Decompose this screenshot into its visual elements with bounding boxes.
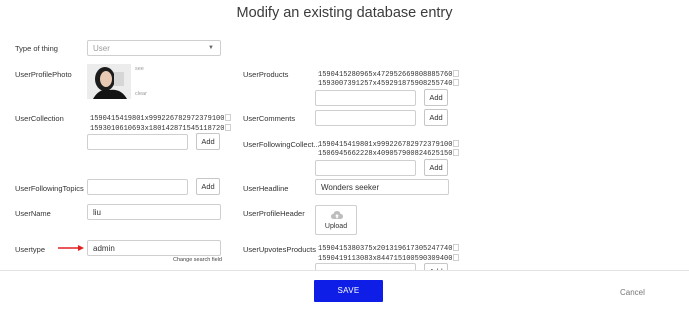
user-following-collections-label: UserFollowingCollect... [243,140,320,149]
cancel-button[interactable]: Cancel [620,288,645,297]
following-collect-item: 1506945662228x409057900824625150 [318,149,460,160]
chevron-down-icon: ▼ [208,45,214,51]
username-input[interactable]: liu [87,204,221,220]
change-search-field-link[interactable]: Change search field [173,257,222,263]
user-products-label: UserProducts [243,70,289,79]
user-headline-label: UserHeadline [243,184,289,193]
user-name-label: UserName [15,209,51,218]
photo-clear-link[interactable]: clear [135,91,147,97]
products-add-input[interactable] [315,90,416,106]
remove-item-icon[interactable] [453,149,460,156]
remove-item-icon[interactable] [453,79,460,86]
user-comments-label: UserComments [243,114,296,123]
usertype-label: Usertype [15,245,46,254]
products-item: 1593007391257x459291875908255740 [318,79,460,90]
comments-add-button[interactable]: Add [424,109,448,126]
remove-item-icon[interactable] [453,244,460,251]
profile-photo-thumbnail[interactable] [87,64,131,99]
type-of-thing-value: User [93,44,110,53]
save-button[interactable]: SAVE [314,280,383,302]
products-add-button[interactable]: Add [424,89,448,106]
profile-header-upload-button[interactable]: Upload [315,205,357,235]
remove-item-icon[interactable] [453,254,460,261]
cloud-upload-icon [331,211,343,219]
user-profile-photo-label: UserProfilePhoto [15,70,72,79]
headline-input[interactable]: Wonders seeker [315,179,449,195]
collection-item: 1590415419801x999226782972379100 [90,114,232,125]
pointer-arrow-icon [58,245,84,251]
usertype-input[interactable]: admin [87,240,221,256]
remove-item-icon[interactable] [225,114,232,121]
following-collect-add-input[interactable] [315,160,416,176]
photo-see-link[interactable]: see [135,66,144,72]
following-topics-add-button[interactable]: Add [196,178,220,195]
remove-item-icon[interactable] [453,140,460,147]
user-profile-header-label: UserProfileHeader [243,209,305,218]
following-collect-add-button[interactable]: Add [424,159,448,176]
page-title: Modify an existing database entry [236,5,453,21]
collection-add-input[interactable] [87,134,188,150]
user-following-topics-label: UserFollowingTopics [15,184,84,193]
upload-label: Upload [324,223,348,230]
upvotes-item: 1590415380375x201319617305247740 [318,244,460,255]
collection-add-button[interactable]: Add [196,133,220,150]
remove-item-icon[interactable] [453,70,460,77]
user-collection-label: UserCollection [15,114,64,123]
type-of-thing-label: Type of thing [15,44,58,53]
user-upvotes-products-label: UserUpvotesProducts [243,245,316,254]
comments-input[interactable] [315,110,416,126]
following-topics-input[interactable] [87,179,188,195]
remove-item-icon[interactable] [225,124,232,131]
type-of-thing-select[interactable]: User ▼ [87,40,221,56]
